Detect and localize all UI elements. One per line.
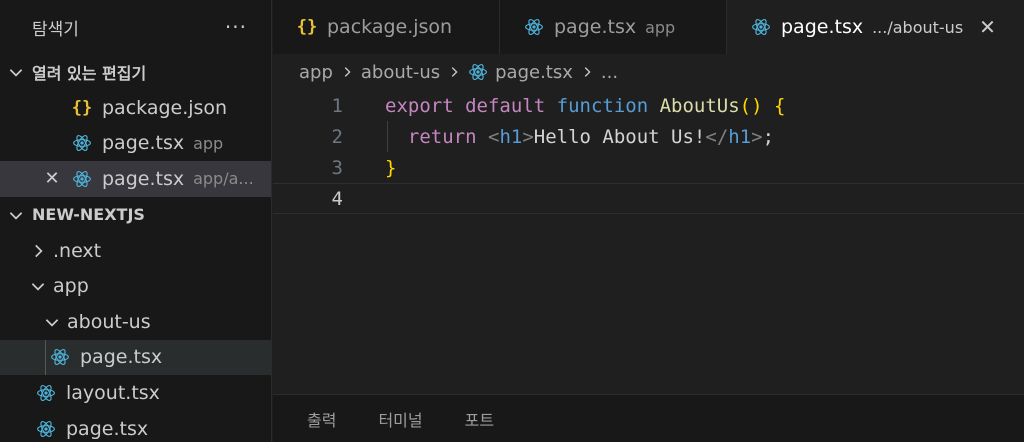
more-actions-icon[interactable]: ···	[225, 17, 247, 37]
code-line-4: 4	[273, 183, 1024, 214]
tab-label: package.json	[327, 16, 453, 38]
open-editor-item-active[interactable]: ✕ page.tsx app/a...	[0, 161, 271, 197]
chevron-right-icon	[447, 65, 461, 79]
react-icon	[36, 419, 56, 439]
code-text: export default function AboutUs() {	[385, 94, 786, 117]
react-icon	[524, 17, 544, 37]
panel-tab-output[interactable]: 출력	[307, 407, 336, 431]
react-icon	[72, 169, 92, 189]
open-editor-folder-hint: app/a...	[193, 169, 254, 189]
tab-app-page[interactable]: page.tsx app	[500, 0, 727, 54]
open-editor-filename: page.tsx	[102, 132, 185, 155]
open-editor-folder-hint: app	[193, 133, 224, 153]
react-icon	[751, 17, 771, 37]
chevron-right-icon	[580, 65, 594, 79]
panel-tab-ports[interactable]: 포트	[465, 407, 494, 431]
line-number: 4	[331, 187, 343, 210]
tab-label: page.tsx	[781, 16, 864, 38]
code-line-1: 1 export default function AboutUs() {	[273, 90, 1024, 121]
tree-folder-next[interactable]: .next	[0, 233, 271, 269]
tree-folder-about-us[interactable]: about-us	[0, 304, 271, 340]
open-editor-filename: package.json	[102, 96, 228, 119]
open-editor-item[interactable]: {} package.json	[0, 90, 271, 126]
editor-tab-bar: {} package.json page.tsx app page.tsx ..…	[273, 0, 1024, 54]
code-line-2: 2 return <h1>Hello About Us!</h1>;	[273, 121, 1024, 152]
chevron-down-icon	[6, 63, 26, 81]
close-icon[interactable]: ✕	[42, 168, 62, 189]
tree-file-app-page[interactable]: page.tsx	[0, 411, 271, 442]
tree-item-label: .next	[53, 239, 102, 262]
chevron-right-icon	[28, 241, 48, 261]
react-icon	[36, 383, 56, 403]
tab-about-us-page[interactable]: page.tsx .../about-us ✕	[727, 0, 1024, 54]
breadcrumb-file[interactable]: page.tsx	[495, 62, 573, 83]
open-editor-filename: page.tsx	[102, 167, 185, 190]
chevron-down-icon	[6, 206, 26, 224]
explorer-title: 탐색기	[32, 19, 79, 40]
tab-folder-hint: app	[645, 17, 676, 37]
react-icon	[72, 133, 92, 153]
panel-tab-terminal[interactable]: 터미널	[378, 407, 422, 431]
breadcrumb: app about-us page.tsx ...	[273, 54, 1024, 90]
code-line-3: 3 }	[273, 152, 1024, 183]
chevron-right-icon	[340, 65, 354, 79]
explorer-header: 탐색기 ···	[0, 0, 271, 54]
bottom-panel: 출력 터미널 포트	[273, 394, 1024, 442]
line-number: 1	[331, 94, 343, 117]
project-title: NEW-NEXTJS	[32, 205, 145, 225]
open-editors-header[interactable]: 열려 있는 편집기	[0, 54, 271, 90]
breadcrumb-about-us[interactable]: about-us	[361, 62, 440, 83]
chevron-down-icon	[42, 312, 62, 332]
breadcrumb-app[interactable]: app	[299, 62, 333, 83]
close-tab-icon[interactable]: ✕	[979, 15, 996, 39]
react-icon	[50, 347, 70, 367]
open-editors-title: 열려 있는 편집기	[32, 64, 147, 83]
tree-item-label: about-us	[67, 310, 151, 333]
json-braces-icon: {}	[71, 97, 93, 118]
open-editor-item[interactable]: page.tsx app	[0, 126, 271, 162]
tab-package-json[interactable]: {} package.json	[273, 0, 500, 54]
react-icon	[468, 62, 488, 82]
tree-item-label: layout.tsx	[66, 381, 160, 404]
code-text: }	[385, 156, 397, 179]
tab-folder-hint: .../about-us	[872, 17, 964, 37]
indent-guide	[45, 339, 46, 376]
line-number: 2	[331, 125, 343, 148]
line-number: 3	[331, 156, 343, 179]
chevron-down-icon	[28, 276, 48, 296]
code-editor[interactable]: 1 export default function AboutUs() { 2 …	[273, 90, 1024, 394]
tree-folder-app[interactable]: app	[0, 268, 271, 304]
tab-label: page.tsx	[554, 16, 637, 38]
project-header[interactable]: NEW-NEXTJS	[0, 197, 271, 233]
tree-file-about-us-page[interactable]: page.tsx	[0, 339, 271, 376]
tree-item-label: app	[53, 275, 89, 298]
json-braces-icon: {}	[296, 17, 318, 37]
code-text: return <h1>Hello About Us!</h1>;	[407, 125, 775, 148]
breadcrumb-symbols[interactable]: ...	[601, 62, 618, 83]
tree-item-label: page.tsx	[80, 346, 163, 369]
explorer-sidebar: 탐색기 ··· 열려 있는 편집기 {} package.json page.t…	[0, 0, 272, 442]
tree-item-label: page.tsx	[66, 417, 149, 440]
tree-file-layout[interactable]: layout.tsx	[0, 375, 271, 411]
